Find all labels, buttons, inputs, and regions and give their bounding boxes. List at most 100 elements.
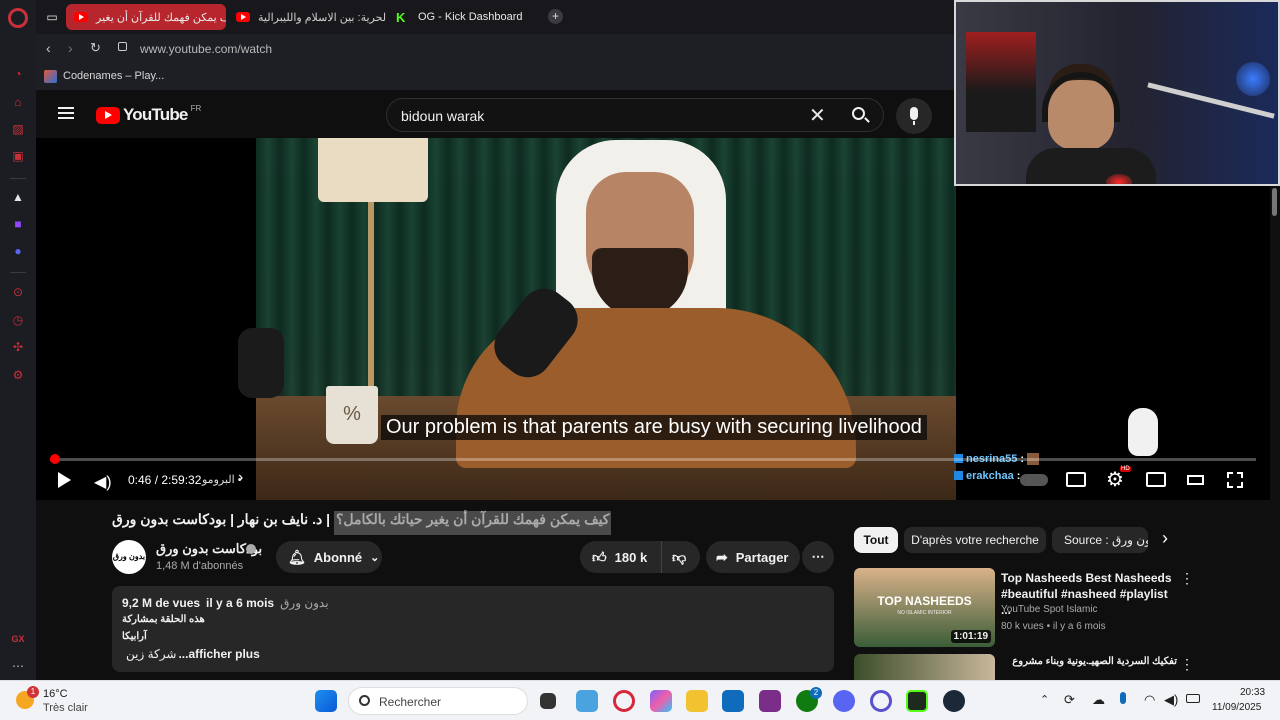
description-line-prefix: شركة زين — [126, 647, 177, 661]
speed-dial-icon[interactable]: ◔ — [10, 66, 26, 82]
progress-track[interactable] — [50, 458, 1256, 461]
mic-tray-icon[interactable] — [1120, 692, 1126, 704]
subtitles-icon[interactable] — [1066, 472, 1086, 487]
back-icon[interactable]: ‹ — [46, 40, 51, 56]
description-box[interactable]: 9,2 M de vues il y a 6 mois بدون ورق هذه… — [112, 586, 834, 672]
player-icon[interactable]: ⊙ — [10, 284, 26, 300]
clock-time[interactable]: 20:33 — [1240, 687, 1265, 698]
voice-search-button[interactable] — [896, 98, 932, 134]
recommendation-menu-icon[interactable]: ⋮ — [1180, 570, 1194, 587]
opera-logo-icon[interactable] — [8, 8, 28, 28]
miniplayer-icon[interactable] — [1146, 472, 1166, 487]
obs-icon[interactable] — [759, 690, 781, 712]
recommendation-thumbnail[interactable] — [854, 654, 995, 680]
bell-icon: 🔔︎ — [288, 548, 306, 565]
store-icon[interactable] — [722, 690, 744, 712]
fullscreen-icon[interactable] — [1227, 472, 1243, 488]
share-button[interactable]: ➦ Partager — [706, 541, 800, 573]
weather-widget[interactable]: 1 16°C Très clair — [16, 685, 136, 717]
verified-icon — [246, 544, 256, 554]
reload-icon[interactable]: ↻ — [90, 40, 101, 56]
news-icon[interactable]: ▨ — [10, 121, 26, 137]
search-button[interactable] — [836, 98, 884, 132]
description-line: هذه الحلقة بمشاركة — [122, 614, 205, 625]
history-icon[interactable]: ◷ — [10, 312, 26, 328]
subscribed-button[interactable]: 🔔︎ Abonné ⌄ — [276, 541, 382, 573]
extensions-icon[interactable]: ✣ — [10, 339, 26, 355]
new-tab-button[interactable]: + — [548, 9, 563, 24]
chip-source[interactable]: Source : بدون ورق — [1052, 527, 1148, 553]
search-box[interactable]: bidoun warak ✕ — [386, 98, 884, 132]
autoplay-toggle[interactable] — [1020, 474, 1048, 486]
start-button-icon[interactable] — [315, 690, 337, 712]
taskbar-search[interactable]: Rechercher — [348, 687, 528, 715]
dislike-button[interactable]: 👎︎ — [662, 549, 686, 566]
wifi-icon[interactable]: ◠ — [1144, 692, 1155, 708]
opera-gx-taskbar-icon[interactable] — [870, 690, 892, 712]
twitch-icon[interactable]: ■ — [10, 216, 26, 232]
description-more[interactable]: شركة زين ...afficher plus — [126, 647, 260, 661]
side-microphone — [238, 328, 284, 398]
volume-icon[interactable]: ◀) — [94, 472, 112, 492]
onedrive-icon[interactable]: ☁ — [1092, 692, 1105, 708]
youtube-play-icon — [96, 106, 120, 124]
gx-label: GX — [11, 634, 25, 644]
recommendation-title[interactable]: تفكيك السردية الصهيـ.يونية وبناء مشروع — [1001, 656, 1177, 667]
recommendation-item[interactable]: TOP NASHEEDS NO ISLAMIC INTERIOR 1:01:19… — [854, 568, 1266, 648]
recommendation-item[interactable]: تفكيك السردية الصهيـ.يونية وبناء مشروع ⋮ — [854, 654, 1266, 680]
clear-search-icon[interactable]: ✕ — [809, 103, 826, 128]
chips-next-icon[interactable]: › — [1162, 528, 1168, 549]
search-input[interactable]: bidoun warak — [401, 108, 484, 124]
mic-icon — [910, 107, 918, 120]
opera-taskbar-icon[interactable] — [613, 690, 635, 712]
tab-overview-icon[interactable]: ▭ — [44, 9, 60, 25]
chip-all[interactable]: Tout — [854, 527, 898, 553]
clock-date[interactable]: 11/09/2025 — [1212, 702, 1261, 713]
tab-youtube-active[interactable]: كيف يمكن فهمك للقرآن أن يغير — [66, 4, 226, 30]
description-stats: 9,2 M de vues il y a 6 mois بدون ورق — [122, 596, 329, 610]
video-player[interactable]: % Our problem is that parents are busy w… — [36, 138, 1270, 500]
youtube-logo[interactable]: YouTube FR — [96, 104, 201, 125]
more-icon[interactable]: ⋯ — [10, 658, 26, 674]
page-scrollbar[interactable] — [1270, 186, 1280, 680]
recommendation-thumbnail[interactable]: TOP NASHEEDS NO ISLAMIC INTERIOR 1:01:19 — [854, 568, 995, 647]
show-more-link[interactable]: ...afficher plus — [178, 647, 259, 661]
video-frame[interactable]: % — [256, 138, 956, 500]
chip-based-on-search[interactable]: D'après votre recherche — [904, 527, 1046, 553]
menu-icon[interactable] — [58, 107, 74, 119]
video-title-rest: | د. نايف بن نهار | بودكاست بدون ورق — [112, 511, 330, 527]
chapter-chevron-icon[interactable]: › — [238, 469, 243, 487]
steam-icon[interactable] — [943, 690, 965, 712]
tab-youtube-2[interactable]: الحرية: بين الاسلام والليبرالية — [228, 4, 386, 30]
tray-chevron-icon[interactable]: ⌃ — [1040, 693, 1049, 706]
url-field[interactable]: www.youtube.com/watch — [140, 42, 272, 56]
photos-app-icon[interactable] — [576, 690, 598, 712]
channel-avatar[interactable]: بدون ورق — [112, 540, 146, 574]
view-count: 9,2 M de vues — [122, 596, 201, 610]
settings-icon[interactable]: ⚙ — [10, 367, 26, 383]
media-icon[interactable]: ▣ — [10, 148, 26, 164]
aria-icon[interactable]: ⌂ — [10, 94, 26, 110]
terminal-icon[interactable] — [906, 690, 928, 712]
play-button[interactable] — [58, 472, 71, 488]
more-actions-button[interactable]: ⋯ — [802, 541, 834, 573]
kick-app-icon[interactable]: ▲ — [10, 189, 26, 205]
progress-scrubber[interactable] — [50, 454, 60, 464]
file-explorer-icon[interactable] — [686, 690, 708, 712]
bookmark-codenames[interactable]: Codenames – Play... — [63, 70, 164, 82]
discord-taskbar-icon[interactable] — [833, 690, 855, 712]
recommendation-channel[interactable]: YouTube Spot Islamic — [1001, 604, 1098, 615]
chapter-label[interactable]: • البرومو — [202, 473, 242, 486]
theater-mode-icon[interactable] — [1187, 475, 1204, 485]
recommendation-menu-icon[interactable]: ⋮ — [1180, 656, 1194, 673]
scrollbar-thumb[interactable] — [1272, 188, 1277, 216]
discord-icon[interactable]: ● — [10, 243, 26, 259]
sync-icon[interactable]: ⟳ — [1064, 692, 1075, 708]
battery-icon[interactable] — [1186, 694, 1200, 703]
copilot-icon[interactable] — [650, 690, 672, 712]
forward-icon[interactable]: › — [68, 40, 73, 56]
tab-kick-dashboard[interactable]: K OG - Kick Dashboard — [388, 4, 548, 30]
task-view-icon[interactable] — [540, 693, 556, 709]
speaker-icon[interactable]: ◀) — [1164, 692, 1178, 708]
like-button[interactable]: 👍︎ 180 k — [580, 541, 662, 573]
